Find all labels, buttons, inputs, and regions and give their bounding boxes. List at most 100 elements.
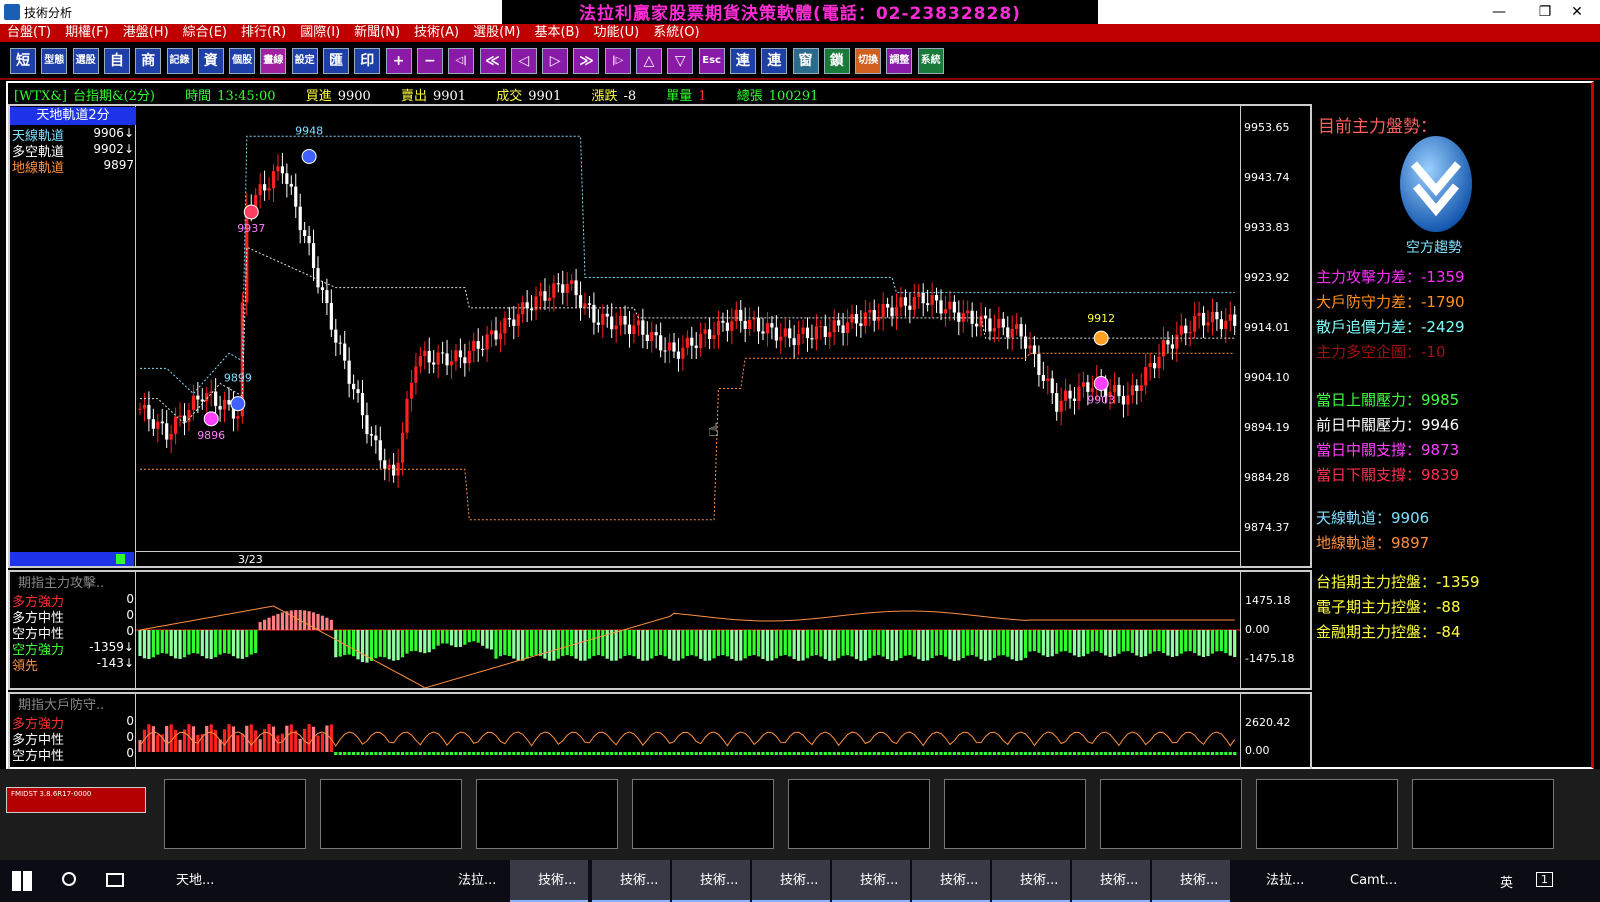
window-thumbnail[interactable]	[164, 779, 306, 849]
histogram-bar	[1233, 630, 1237, 657]
toolbar-button[interactable]: 短	[10, 48, 36, 74]
taskbar-item[interactable]: 法拉...	[1238, 860, 1316, 902]
toolbar-button[interactable]: ◁|	[448, 48, 475, 74]
taskbar-item[interactable]: 技術...	[912, 860, 990, 902]
taskbar-item[interactable]: 技術...	[510, 860, 588, 902]
window-thumbnail[interactable]	[1412, 779, 1554, 849]
toolbar-button[interactable]: 連	[761, 48, 788, 74]
histogram-bar	[685, 630, 689, 656]
defense-histogram[interactable]	[136, 694, 1240, 760]
toolbar-button[interactable]: |▷	[604, 48, 631, 74]
candle-body	[352, 383, 356, 390]
toolbar-button[interactable]: 商	[135, 48, 162, 74]
menu-item[interactable]: 選股(M)	[466, 24, 527, 42]
window-thumbnail[interactable]	[476, 779, 618, 849]
menu-item[interactable]: 港盤(H)	[116, 24, 176, 42]
defense-title[interactable]: 期指大戶防守..	[18, 694, 104, 713]
search-icon[interactable]	[62, 872, 76, 886]
taskbar-item[interactable]: 技術...	[672, 860, 750, 902]
histogram-bar	[1228, 752, 1232, 755]
window-thumbnail[interactable]	[788, 779, 930, 849]
minimize-button[interactable]: —	[1476, 0, 1522, 24]
menu-item[interactable]: 期權(F)	[58, 24, 116, 42]
taskbar-item[interactable]: 天地...	[148, 860, 234, 902]
taskbar-item[interactable]: Camt...	[1322, 860, 1400, 902]
toolbar-button[interactable]: 記錄	[166, 48, 193, 74]
toolbar-button[interactable]: Esc	[698, 48, 725, 74]
toolbar-button[interactable]: ≪	[479, 48, 506, 74]
histogram-bar	[1086, 752, 1090, 755]
menu-item[interactable]: 新聞(N)	[347, 24, 407, 42]
toolbar-button[interactable]: △	[636, 48, 662, 74]
toolbar-button[interactable]: 印	[354, 48, 381, 74]
taskbar-item[interactable]: 技術...	[992, 860, 1070, 902]
toolbar-button[interactable]: 系統	[917, 48, 944, 74]
histogram-bar	[436, 630, 440, 646]
toolbar-button[interactable]: ▽	[667, 48, 694, 74]
menu-item[interactable]: 基本(B)	[527, 24, 586, 42]
candle-body	[1184, 325, 1188, 334]
toolbar-button[interactable]: 切換	[855, 48, 882, 74]
taskbar-item[interactable]: 法拉...	[430, 860, 508, 902]
menu-item[interactable]: 綜合(E)	[176, 24, 234, 42]
task-view-icon[interactable]	[106, 873, 124, 887]
thumbnail-launcher[interactable]: FMIDST 3.8.6R17-0000	[6, 787, 146, 813]
scroll-thumb[interactable]	[116, 554, 125, 564]
toolbar-button[interactable]: 調整	[886, 48, 913, 74]
candlestick-chart[interactable]: 9948 9937 9899 9896 9912 9903 ☝	[136, 106, 1240, 550]
menu-item[interactable]: 排行(R)	[234, 24, 293, 42]
window-thumbnail[interactable]	[320, 779, 462, 849]
toolbar-button[interactable]: 鎖	[823, 48, 850, 74]
attack-title[interactable]: 期指主力攻擊..	[18, 572, 104, 591]
y-tick-label: 9894.19	[1244, 420, 1290, 434]
toolbar-button[interactable]: 窗	[792, 48, 819, 74]
toolbar-button[interactable]: +	[385, 48, 412, 74]
toolbar-button[interactable]: 連	[729, 48, 756, 74]
taskbar-item[interactable]: 技術...	[1152, 860, 1230, 902]
menu-item[interactable]: 功能(U)	[587, 24, 647, 42]
taskbar-item[interactable]: 技術...	[752, 860, 830, 902]
toolbar-button[interactable]: ≫	[573, 48, 600, 74]
menu-item[interactable]: 技術(A)	[407, 24, 466, 42]
candle-body	[627, 324, 632, 335]
ime-indicator[interactable]: 英	[1500, 872, 1513, 891]
toolbar-button[interactable]: 設定	[291, 48, 318, 74]
quote-line: [WTX&] 台指期&(2分) 時間 13:45:00 買進 9900 賣出 9901 …	[14, 85, 844, 104]
candle-body	[828, 332, 832, 338]
histogram-bar	[178, 739, 182, 752]
toolbar-button[interactable]: 匯	[323, 48, 349, 74]
histogram-bar	[739, 630, 743, 661]
toolbar-button[interactable]: 選股	[72, 48, 99, 74]
window-thumbnail[interactable]	[1256, 779, 1398, 849]
y-tick-label: 9943.74	[1244, 170, 1290, 184]
start-icon[interactable]	[12, 871, 32, 891]
histogram-bar	[338, 630, 342, 657]
toolbar-button[interactable]: −	[416, 48, 443, 74]
taskbar-item[interactable]: 技術...	[592, 860, 670, 902]
histogram-bar	[828, 752, 832, 755]
taskbar-item[interactable]: 技術...	[1072, 860, 1150, 902]
notification-icon[interactable]: 1	[1536, 872, 1553, 887]
menu-item[interactable]: 台盤(T)	[0, 24, 58, 42]
menu-item[interactable]: 系統(O)	[646, 24, 706, 42]
histogram-bar	[797, 752, 801, 755]
toolbar-button[interactable]: 資	[197, 48, 224, 74]
candle-body	[983, 315, 988, 319]
taskbar-item[interactable]: 技術...	[832, 860, 910, 902]
toolbar-button[interactable]: ▷	[542, 48, 569, 74]
toolbar-button[interactable]: 個股	[229, 48, 256, 74]
window-thumbnail[interactable]	[1100, 779, 1242, 849]
histogram-bar	[156, 734, 160, 752]
menu-item[interactable]: 國際(I)	[293, 24, 347, 42]
attack-histogram[interactable]	[136, 572, 1240, 688]
close-button[interactable]: ✕	[1554, 0, 1600, 24]
window-thumbnail[interactable]	[632, 779, 774, 849]
toolbar-button[interactable]: 自	[103, 48, 130, 74]
toolbar-button[interactable]: 畫線	[260, 48, 287, 74]
toolbar-button[interactable]: ◁	[510, 48, 537, 74]
indicator-title[interactable]: 天地軌道2分	[10, 107, 136, 125]
toolbar-button[interactable]: 型態	[41, 48, 68, 74]
histogram-bar	[1001, 752, 1005, 755]
window-thumbnail[interactable]	[944, 779, 1086, 849]
candle-body	[409, 382, 414, 399]
